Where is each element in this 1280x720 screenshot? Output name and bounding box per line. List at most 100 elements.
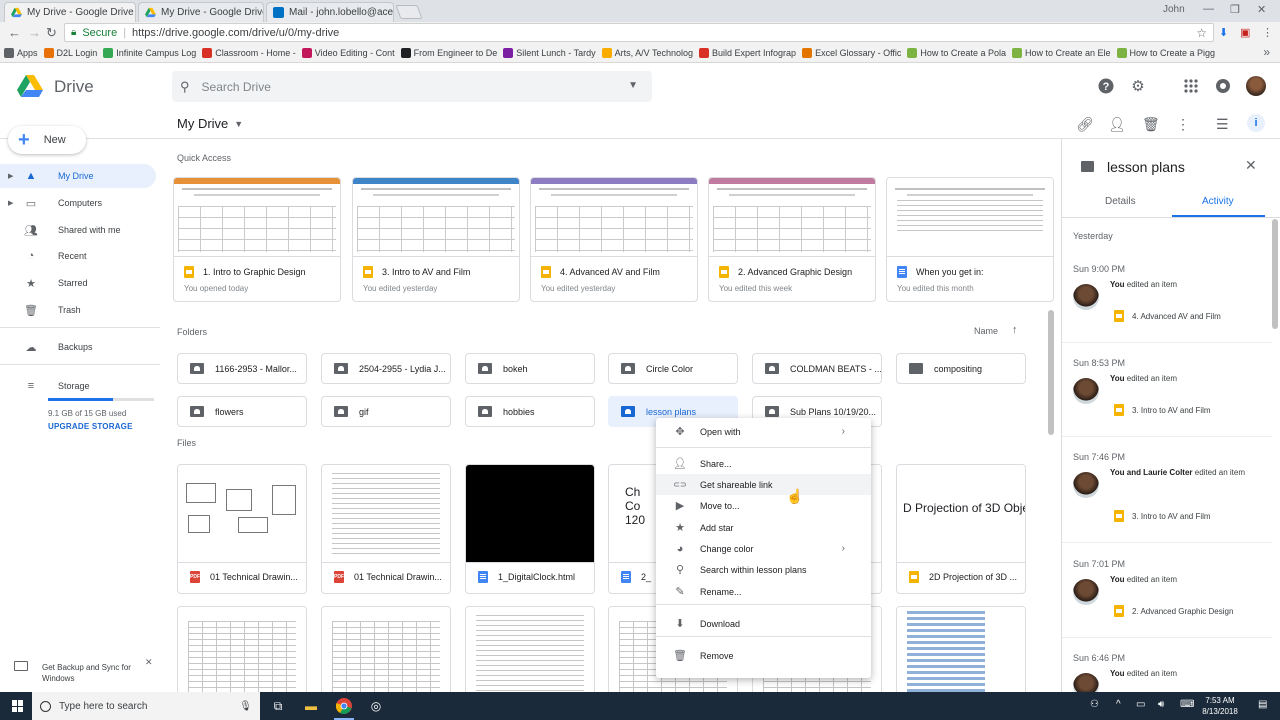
- new-button[interactable]: + New: [8, 126, 86, 154]
- browser-tab-2[interactable]: My Drive - Google Drive ✕: [138, 2, 264, 22]
- search-input[interactable]: ⚲ Search Drive ▼: [172, 71, 652, 102]
- bookmark-item[interactable]: Excel Glossary - Offic: [802, 47, 901, 58]
- activity-file[interactable]: 3. Intro to AV and Film: [1114, 404, 1211, 416]
- context-menu-item[interactable]: ⬇ Download: [656, 613, 871, 634]
- file-card[interactable]: 1_DigitalClock.html: [465, 464, 595, 594]
- bookmark-item[interactable]: Classroom - Home -: [202, 47, 296, 58]
- bookmark-star-icon[interactable]: ☆: [1196, 26, 1207, 40]
- quick-access-card[interactable]: 2. Advanced Graphic Design You edited thi…: [708, 177, 876, 302]
- sidebar-item-storage[interactable]: ≡ Storage: [0, 374, 156, 398]
- close-details-icon[interactable]: ✕: [1245, 157, 1257, 174]
- details-scrollbar[interactable]: [1272, 219, 1278, 329]
- show-hidden-icons[interactable]: ^: [1116, 699, 1121, 710]
- drive-logo[interactable]: Drive: [17, 75, 94, 98]
- browser-profile-name[interactable]: John: [1163, 4, 1185, 15]
- folder-item[interactable]: compositing: [896, 353, 1026, 384]
- expand-caret-icon[interactable]: ▶: [8, 172, 16, 180]
- bookmark-item[interactable]: Arts, A/V Technolog: [601, 47, 693, 58]
- context-menu-item[interactable]: ★ Add star: [656, 517, 871, 538]
- apps-grid-icon[interactable]: [1182, 77, 1200, 95]
- context-menu-item[interactable]: ▶ Move to...: [656, 495, 871, 516]
- file-card[interactable]: [177, 606, 307, 692]
- taskbar-search-input[interactable]: Type here to search 🎙︎: [32, 692, 260, 720]
- sidebar-item-my-drive[interactable]: ▶ ▲ My Drive: [0, 164, 156, 188]
- quick-access-card[interactable]: 1. Intro to Graphic Design You opened tod…: [173, 177, 341, 302]
- sort-direction-arrow-icon[interactable]: ↑: [1012, 324, 1018, 336]
- list-view-icon[interactable]: ☰: [1216, 116, 1229, 133]
- sidebar-item-recent[interactable]: ◔ Recent: [0, 244, 156, 268]
- context-menu-item[interactable]: ✎ Rename...: [656, 581, 871, 602]
- sidebar-item-backups[interactable]: ☁ Backups: [0, 335, 156, 359]
- bookmark-item[interactable]: Video Editing - Cont: [301, 47, 395, 58]
- close-icon[interactable]: ✕: [145, 657, 153, 668]
- bookmarks-overflow-icon[interactable]: »: [1263, 45, 1270, 59]
- keyboard-icon[interactable]: ⌨: [1180, 699, 1194, 710]
- context-menu-item[interactable]: ◕ Change color ›: [656, 538, 871, 559]
- folder-item[interactable]: 1166-2953 - Mallor...: [177, 353, 307, 384]
- volume-icon[interactable]: 🔊︎: [1158, 699, 1164, 710]
- help-icon[interactable]: ?: [1097, 77, 1115, 95]
- address-bar[interactable]: 🔒︎ Secure | https://drive.google.com/dri…: [64, 23, 1214, 42]
- file-card[interactable]: [321, 606, 451, 692]
- file-card[interactable]: [896, 606, 1026, 692]
- folder-item[interactable]: COLDMAN BEATS - ...: [752, 353, 882, 384]
- taskbar-clock[interactable]: 7:53 AM 8/13/2018: [1198, 695, 1242, 717]
- trash-icon[interactable]: 🗑︎: [1142, 116, 1160, 133]
- main-scrollbar[interactable]: [1048, 310, 1054, 435]
- sidebar-item-shared-with-me[interactable]: 👥︎ Shared with me: [0, 218, 156, 242]
- close-window-icon[interactable]: ✕: [1257, 3, 1266, 16]
- sort-by-name-button[interactable]: Name: [974, 326, 998, 336]
- tab-details[interactable]: Details: [1105, 196, 1136, 207]
- notifications-icon[interactable]: [1214, 77, 1232, 95]
- network-icon[interactable]: ▭: [1136, 699, 1145, 710]
- browser-tab-3[interactable]: Mail - john.lobello@acen ✕: [266, 2, 394, 22]
- acrobat-extension-icon[interactable]: ▣: [1240, 26, 1250, 39]
- tab-activity[interactable]: Activity: [1202, 196, 1234, 207]
- windows-start-icon[interactable]: [12, 700, 24, 712]
- activity-file[interactable]: 3. Intro to AV and Film: [1114, 510, 1211, 522]
- folder-item[interactable]: hobbies: [465, 396, 595, 427]
- folder-item[interactable]: Circle Color: [608, 353, 738, 384]
- forward-icon[interactable]: →: [28, 25, 41, 40]
- more-actions-icon[interactable]: ⋮: [1176, 116, 1190, 133]
- minimize-icon[interactable]: —: [1203, 3, 1214, 15]
- chrome-menu-icon[interactable]: ⋮: [1262, 26, 1273, 39]
- activity-file[interactable]: 2. Advanced Graphic Design: [1114, 605, 1233, 617]
- bookmark-item[interactable]: Infinite Campus Log: [103, 47, 196, 58]
- chrome-taskbar-icon[interactable]: [334, 696, 354, 720]
- bookmark-item[interactable]: How to Create an Ele: [1011, 47, 1111, 58]
- download-extension-icon[interactable]: ⬇: [1219, 26, 1228, 39]
- quick-access-card[interactable]: When you get in: You edited this month: [886, 177, 1054, 302]
- new-tab-button[interactable]: [395, 5, 423, 19]
- bookmark-item[interactable]: How to Create a Pola: [907, 47, 1006, 58]
- settings-gear-icon[interactable]: ⚙: [1129, 77, 1147, 95]
- bookmark-item[interactable]: Build Expert Infograp: [699, 47, 796, 58]
- quick-access-card[interactable]: 4. Advanced AV and Film You edited yester…: [530, 177, 698, 302]
- microphone-icon[interactable]: 🎙︎: [239, 701, 252, 712]
- backup-sync-banner[interactable]: Get Backup and Sync for Windows ✕: [0, 654, 160, 688]
- context-menu-item[interactable]: 👤︎ Share...: [656, 453, 871, 474]
- sidebar-item-computers[interactable]: ▶ ▭ Computers: [0, 191, 156, 215]
- sidebar-item-starred[interactable]: ★ Starred: [0, 271, 156, 295]
- file-card[interactable]: [465, 606, 595, 692]
- file-card[interactable]: PDF 01 Technical Drawin...: [177, 464, 307, 594]
- get-link-icon[interactable]: 🔗︎: [1076, 116, 1094, 133]
- info-icon[interactable]: i: [1247, 114, 1265, 132]
- context-menu-item[interactable]: 🗑︎ Remove: [656, 645, 871, 666]
- restore-icon[interactable]: ❐: [1230, 3, 1240, 16]
- back-icon[interactable]: ←: [8, 25, 21, 40]
- context-menu-item[interactable]: ✥ Open with ›: [656, 421, 871, 442]
- bookmark-item[interactable]: Silent Lunch - Tardy: [503, 47, 596, 58]
- account-avatar[interactable]: [1246, 76, 1266, 96]
- search-options-icon[interactable]: ▼: [628, 80, 638, 91]
- bookmark-item[interactable]: From Engineer to De: [400, 47, 497, 58]
- sidebar-item-trash[interactable]: 🗑︎ Trash: [0, 298, 156, 322]
- recorder-app-icon[interactable]: ◎: [366, 696, 386, 716]
- context-menu-item[interactable]: ⚲ Search within lesson plans: [656, 559, 871, 580]
- folder-item[interactable]: 2504-2955 - Lydia J...: [321, 353, 451, 384]
- browser-tab-1[interactable]: My Drive - Google Drive ✕: [4, 2, 136, 22]
- upgrade-storage-link[interactable]: UPGRADE STORAGE: [48, 422, 133, 431]
- search-icon[interactable]: ⚲: [180, 79, 190, 95]
- bookmark-item[interactable]: D2L Login: [43, 47, 97, 58]
- bookmark-item[interactable]: Apps: [4, 47, 38, 58]
